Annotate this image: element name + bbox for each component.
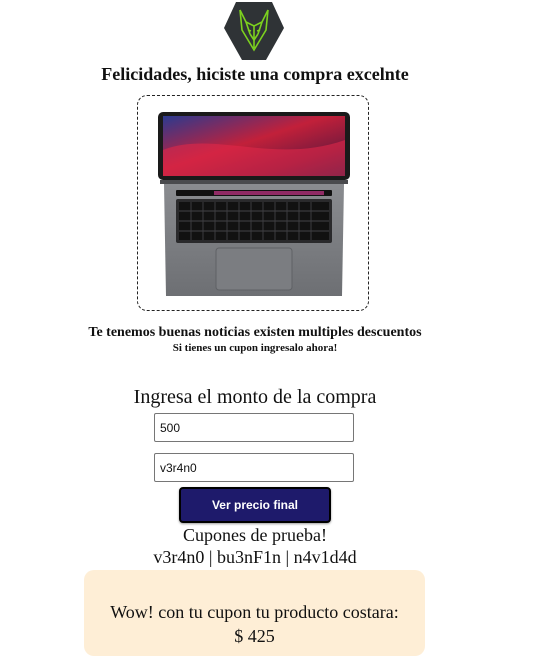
amount-label: Ingresa el monto de la compra — [133, 386, 377, 408]
laptop-icon — [158, 112, 350, 296]
coupon-input[interactable] — [154, 453, 354, 482]
promo-headline: Te tenemos buenas noticias existen multi… — [88, 325, 422, 340]
test-coupons-list: v3r4n0 | bu3nF1n | n4v1d4d — [153, 547, 357, 567]
result-message: Wow! con tu cupon tu producto costara: — [110, 602, 399, 622]
final-price-button[interactable]: Ver precio final — [179, 487, 331, 523]
result-box: Wow! con tu cupon tu producto costara: $… — [84, 570, 425, 656]
promo-subline: Si tienes un cupon ingresalo ahora! — [172, 342, 338, 354]
product-image-frame — [137, 95, 369, 311]
result-price: $ 425 — [234, 626, 275, 646]
page-title: Felicidades, hiciste una compra excelnte — [101, 64, 409, 84]
amount-input[interactable] — [154, 413, 354, 442]
wolf-logo-icon — [222, 0, 286, 62]
test-coupons-title: Cupones de prueba! — [183, 525, 327, 545]
